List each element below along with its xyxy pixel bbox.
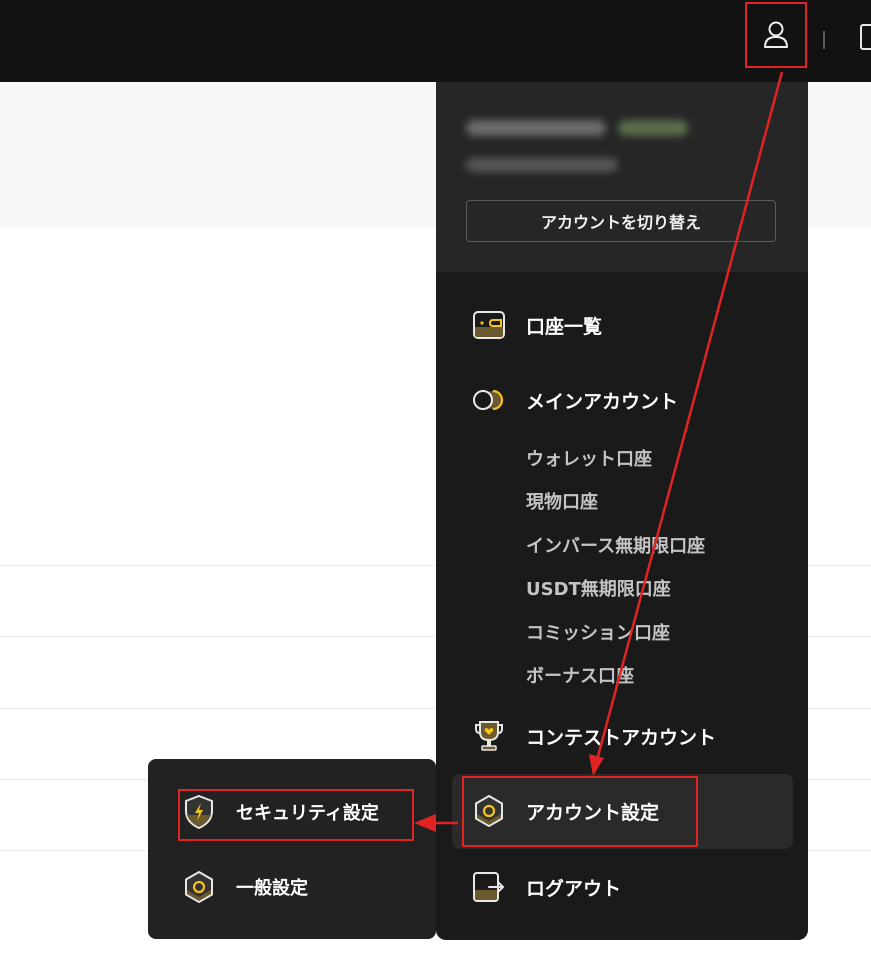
annotation-box-account-settings [462,776,698,847]
blurred-vip-badge [618,120,688,136]
annotation-box-security-settings [178,789,414,841]
menu-item-accounts-list[interactable]: 口座一覧 [436,300,808,350]
sub-item-spot-account[interactable]: 現物口座 [526,488,598,518]
settings-submenu: セキュリティ設定 一般設定 [148,759,436,939]
menu-item-logout[interactable]: ログアウト [436,862,808,912]
user-menu-button[interactable] [745,2,807,68]
account-dropdown: アカウントを切り替え 口座一覧 メインアカウント ウォレット口座 現物口座 イン… [436,82,808,940]
submenu-item-general-settings[interactable]: 一般設定 [170,862,430,912]
header-divider [823,31,825,49]
coins-icon [472,383,506,417]
menu-item-label: メインアカウント [526,390,679,413]
blurred-uid [466,158,618,172]
sub-item-bonus-account[interactable]: ボーナス口座 [526,662,634,692]
profile-section: アカウントを切り替え [436,82,808,272]
trophy-icon [472,719,506,753]
checkbox-icon[interactable] [860,24,871,50]
menu-item-label: ログアウト [526,877,622,900]
menu-item-contest-account[interactable]: コンテストアカウント [436,711,808,761]
top-bar [0,0,871,82]
logout-icon [472,870,506,904]
sub-item-commission-account[interactable]: コミッション口座 [526,619,670,649]
hexagon-icon [182,870,216,904]
sub-item-usdt-perpetual-account[interactable]: USDT無期限口座 [526,575,671,605]
submenu-item-label: 一般設定 [236,878,308,899]
switch-account-button[interactable]: アカウントを切り替え [466,200,776,242]
user-icon [764,21,788,48]
blurred-username [466,120,606,136]
menu-item-main-account[interactable]: メインアカウント [436,375,808,425]
sub-item-wallet-account[interactable]: ウォレット口座 [526,445,652,475]
menu-item-label: 口座一覧 [526,315,603,338]
wallet-icon [472,308,506,342]
menu-item-label: コンテストアカウント [526,726,717,749]
sub-item-inverse-perpetual-account[interactable]: インバース無期限口座 [526,532,705,562]
